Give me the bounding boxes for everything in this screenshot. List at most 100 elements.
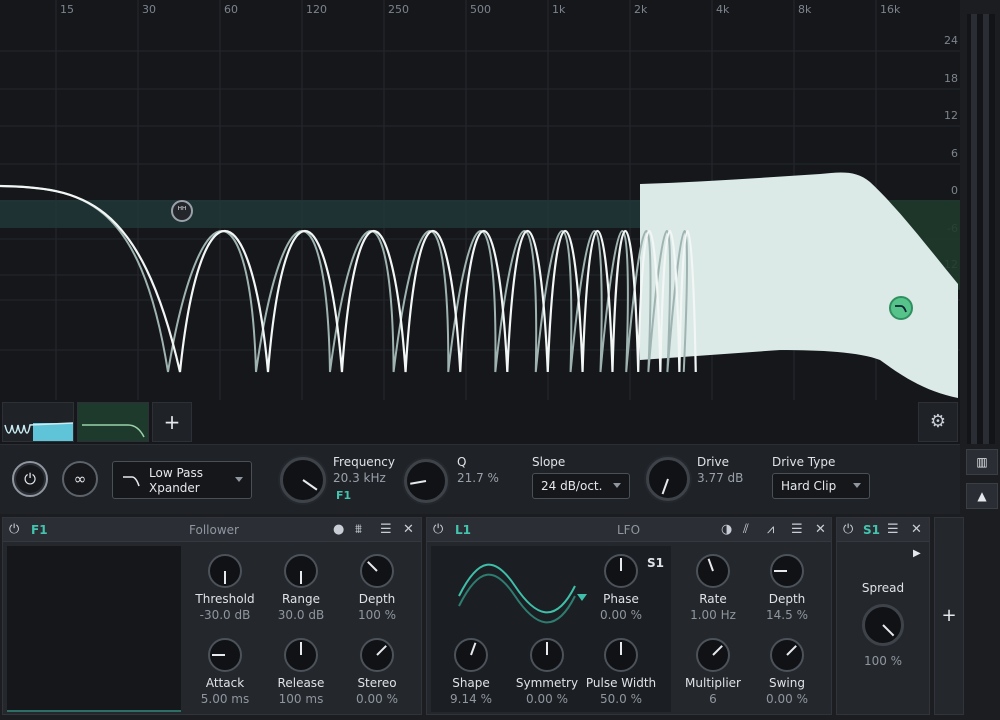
lfo-depth-knob[interactable] — [770, 554, 804, 588]
play-icon[interactable]: ▶ — [913, 548, 921, 559]
lfo-knob-label: Phase — [603, 592, 639, 606]
drive-type-dropdown[interactable]: Hard Clip — [772, 473, 870, 499]
frequency-knob[interactable] — [280, 457, 326, 503]
follower-threshold-knob[interactable] — [208, 554, 242, 588]
lfo-title: LFO — [617, 523, 641, 537]
output-meter — [967, 14, 995, 444]
route-icon[interactable]: ⩩ — [355, 521, 362, 539]
follower-release-knob[interactable] — [284, 638, 318, 672]
follower-knob-value[interactable]: 0.00 % — [337, 692, 417, 706]
follower-stereo-knob[interactable] — [360, 638, 394, 672]
follower-knob-value[interactable]: 100 ms — [261, 692, 341, 706]
spread-value[interactable]: 100 % — [843, 654, 923, 668]
power-icon[interactable]: ⏻ — [9, 521, 19, 539]
menu-icon[interactable]: ☰ — [380, 521, 392, 539]
follower-knob-value[interactable]: 100 % — [337, 608, 417, 622]
q-value[interactable]: 21.7 % — [457, 471, 499, 485]
response-graph[interactable]: 1530601202505001k2k4k8k16k 24181260-6-12 — [0, 0, 960, 444]
lfo-knob-value[interactable]: 50.0 % — [581, 692, 661, 706]
close-icon[interactable]: ✕ — [403, 521, 414, 539]
piano-keys-icon[interactable]: ▥ — [966, 449, 998, 475]
follower-range-knob[interactable] — [284, 554, 318, 588]
collapse-up-icon[interactable]: ▲ — [966, 483, 998, 509]
sync-icon[interactable]: ⫽ — [743, 521, 749, 539]
power-icon[interactable]: ⏻ — [433, 521, 443, 539]
lfo-phase-knob[interactable] — [604, 554, 638, 588]
filter-slot-2-thumbnail[interactable] — [77, 402, 149, 442]
follower-knob-label: Range — [281, 592, 321, 606]
drive-knob[interactable] — [646, 457, 690, 501]
record-dot-icon[interactable]: ● — [333, 521, 344, 539]
q-knob[interactable] — [404, 459, 448, 503]
retrigger-icon[interactable]: ◑ — [721, 521, 732, 539]
lfo-shape-knob[interactable] — [454, 638, 488, 672]
stereo-link-button[interactable]: ∞ — [62, 461, 98, 497]
db-tick-label: 0 — [951, 184, 958, 197]
spread-label: Spread — [861, 581, 905, 595]
lfo-symmetry-knob[interactable] — [530, 638, 564, 672]
follower-knob-label: Stereo — [357, 676, 397, 690]
gear-icon[interactable]: ⚙ — [918, 402, 958, 442]
lfo-rate-knob[interactable] — [696, 554, 730, 588]
lfo-knob-value[interactable]: 0.00 % — [507, 692, 587, 706]
lfo-pulse-width-knob[interactable] — [604, 638, 638, 672]
filter-response-display[interactable]: 1530601202505001k2k4k8k16k 24181260-6-12… — [0, 0, 960, 444]
lfo-knob-value[interactable]: 0.00 % — [747, 692, 827, 706]
db-tick-label: 18 — [944, 72, 958, 85]
filter-type-dropdown[interactable]: Low Pass Xpander — [112, 461, 252, 499]
menu-icon[interactable]: ☰ — [887, 521, 899, 539]
lowpass-icon[interactable] — [889, 296, 913, 320]
drive-type-value: Hard Clip — [781, 479, 837, 493]
add-filter-button[interactable]: + — [152, 402, 192, 442]
meter-right-channel — [983, 14, 989, 444]
slope-dropdown[interactable]: 24 dB/oct. — [532, 473, 630, 499]
follower-panel: ⏻ F1 Follower ● ⩩ ☰ ✕ Threshold -30.0 dB R… — [2, 517, 422, 715]
flat-response-band — [0, 200, 640, 228]
filter-type-name: Low Pass — [149, 466, 203, 480]
waveform-icon[interactable]: ⩘ — [767, 521, 774, 539]
follower-knob-label: Attack — [205, 676, 245, 690]
filter-slot-1-thumbnail[interactable] — [2, 402, 74, 442]
chevron-down-icon — [853, 483, 861, 488]
follower-knob-label: Threshold — [195, 592, 255, 606]
lfo-knob-value[interactable]: 0.00 % — [581, 608, 661, 622]
menu-icon[interactable]: ☰ — [791, 521, 803, 539]
drive-label: Drive — [697, 455, 729, 469]
lfo-header: ⏻ L1 LFO ◑ ⫽ ⩘ ☰ ✕ — [427, 518, 831, 542]
follower-knob-value[interactable]: -30.0 dB — [185, 608, 265, 622]
drive-type-label: Drive Type — [772, 455, 836, 469]
close-icon[interactable]: ✕ — [911, 521, 922, 539]
drive-value[interactable]: 3.77 dB — [697, 471, 743, 485]
spread-knob[interactable] — [862, 604, 904, 646]
close-icon[interactable]: ✕ — [815, 521, 826, 539]
follower-knob-value[interactable]: 5.00 ms — [185, 692, 265, 706]
lfo-source-label[interactable]: S1 — [647, 556, 664, 570]
lfo-knob-value[interactable]: 6 — [673, 692, 753, 706]
follower-id: F1 — [31, 523, 48, 537]
freq-tick-label: 4k — [716, 3, 730, 16]
lfo-knob-value[interactable]: 14.5 % — [747, 608, 827, 622]
follower-attack-knob[interactable] — [208, 638, 242, 672]
freq-tick-label: 60 — [224, 3, 238, 16]
frequency-value[interactable]: 20.3 kHz — [333, 471, 386, 485]
spread-panel: ⏻ S1 ☰ ✕ ▶ Spread 100 % — [836, 517, 930, 715]
chevron-down-icon — [613, 483, 621, 488]
db-tick-label: 6 — [951, 147, 958, 160]
follower-knob-value[interactable]: 30.0 dB — [261, 608, 341, 622]
slope-label: Slope — [532, 455, 566, 469]
lfo-knob-value[interactable]: 1.00 Hz — [673, 608, 753, 622]
frequency-mod-source[interactable]: F1 — [336, 489, 351, 502]
peaks-icon[interactable]: ᴴᴴ — [171, 200, 193, 222]
follower-depth-knob[interactable] — [360, 554, 394, 588]
power-icon[interactable]: ⏻ — [843, 521, 853, 539]
lfo-knob-value[interactable]: 9.14 % — [431, 692, 511, 706]
power-icon: ⏻ — [24, 470, 36, 488]
add-modulator-button[interactable]: + — [934, 517, 964, 715]
follower-header: ⏻ F1 Follower ● ⩩ ☰ ✕ — [3, 518, 421, 542]
q-label: Q — [457, 455, 467, 469]
filter-power-button[interactable]: ⏻ — [12, 461, 48, 497]
lfo-panel: ⏻ L1 LFO ◑ ⫽ ⩘ ☰ ✕ S1 Phase 0.00 % Shape 9.… — [426, 517, 832, 715]
lfo-id: L1 — [455, 523, 471, 537]
lfo-multiplier-knob[interactable] — [696, 638, 730, 672]
lfo-swing-knob[interactable] — [770, 638, 804, 672]
